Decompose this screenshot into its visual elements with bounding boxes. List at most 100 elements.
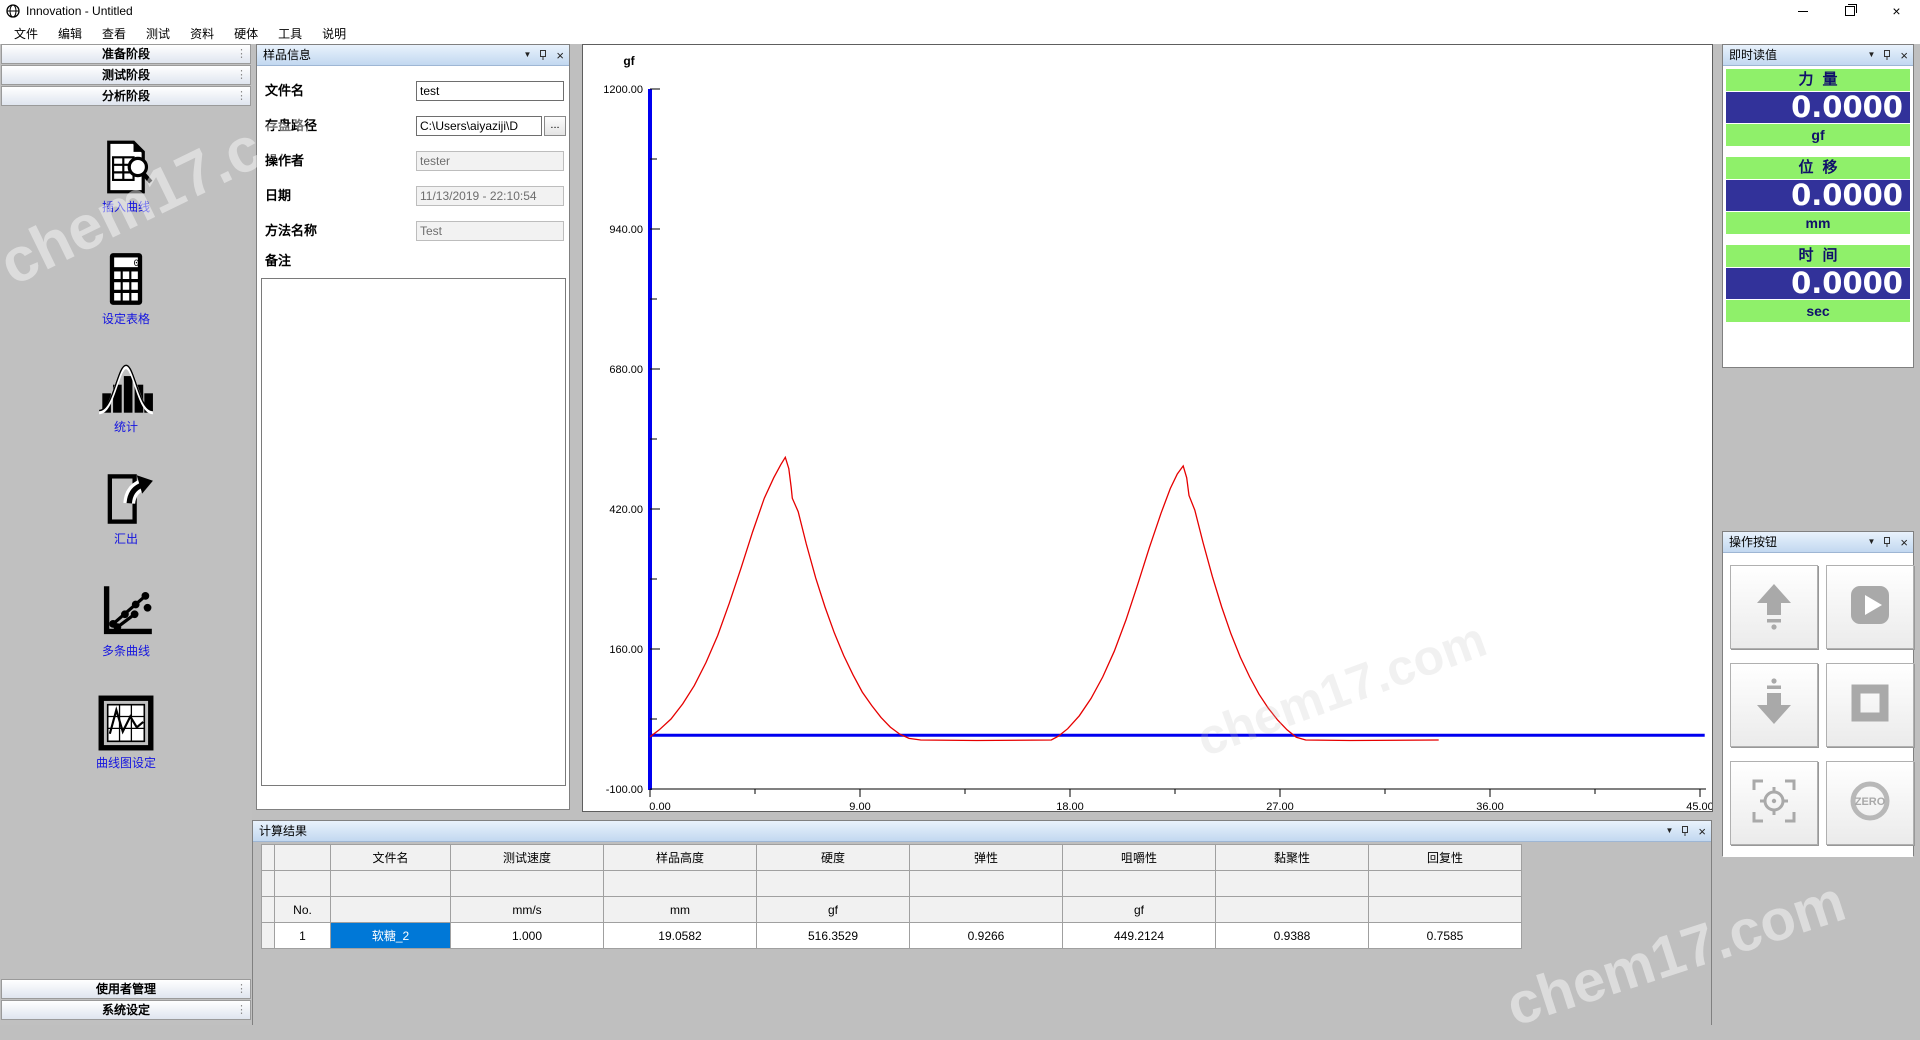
window-title: Innovation - Untitled — [26, 4, 133, 18]
blank-header-cell — [1216, 871, 1369, 897]
sidebar-tool-insert-curve[interactable]: 插入曲线 — [98, 139, 154, 215]
sidebar-tool-chart-setup[interactable]: 曲线图设定 — [96, 695, 156, 771]
field-label-2: 存盘路径 — [265, 116, 317, 136]
play-button[interactable] — [1826, 565, 1914, 649]
tool-label: 插入曲线 — [98, 198, 154, 215]
unit-cell-5 — [910, 897, 1063, 923]
panel-collapse-icon[interactable]: ▼ — [1867, 532, 1875, 552]
field-input-4[interactable] — [416, 186, 564, 206]
readout-unit: mm — [1726, 212, 1910, 234]
panel-pin-icon[interactable] — [1883, 50, 1892, 60]
tool-label: 多条曲线 — [98, 642, 154, 659]
result-cell-4[interactable]: 516.3529 — [757, 923, 910, 949]
unit-cell-1 — [331, 897, 451, 923]
title-bar: Innovation - Untitled × — [0, 0, 1920, 22]
result-cell-6[interactable]: 449.2124 — [1063, 923, 1216, 949]
browse-button[interactable]: ... — [544, 116, 566, 136]
menu-item-3[interactable]: 查看 — [92, 22, 136, 45]
menu-item-2[interactable]: 编辑 — [48, 22, 92, 45]
down-button[interactable] — [1730, 663, 1818, 747]
down-icon — [1748, 677, 1800, 734]
panel-close-icon[interactable]: × — [1900, 536, 1908, 549]
panel-collapse-icon[interactable]: ▼ — [1665, 821, 1673, 841]
field-input-5[interactable] — [416, 221, 564, 241]
field-input-1[interactable] — [416, 81, 564, 101]
menu-item-7[interactable]: 工具 — [268, 22, 312, 45]
readout-panel: 即时读值 ▼ × 力量0.0000gf位移0.0000mm时间0.0000sec — [1722, 44, 1914, 368]
close-button[interactable]: × — [1873, 0, 1920, 22]
row-selector — [262, 845, 275, 871]
column-header-4: 硬度 — [757, 845, 910, 871]
svg-text:9.00: 9.00 — [849, 801, 870, 811]
result-cell-8[interactable]: 0.7585 — [1369, 923, 1522, 949]
svg-text:36.00: 36.00 — [1476, 801, 1504, 811]
blank-header-cell — [262, 871, 275, 897]
menu-item-8[interactable]: 说明 — [312, 22, 356, 45]
blank-header-cell — [1369, 871, 1522, 897]
results-body: 文件名测试速度样品高度硬度弹性咀嚼性黏聚性回复性No.mm/smmgfgf1软糖… — [253, 842, 1711, 1025]
tool-label: 汇出 — [98, 530, 154, 547]
stop-button[interactable] — [1826, 663, 1914, 747]
results-title: 计算结果 — [259, 824, 307, 838]
column-header-7: 黏聚性 — [1216, 845, 1369, 871]
field-label-1: 文件名 — [265, 81, 304, 101]
readout-unit: sec — [1726, 300, 1910, 322]
field-input-2[interactable] — [416, 116, 542, 136]
sidebar-tool-set-table[interactable]: 0设定表格 — [98, 251, 154, 327]
sidebar-tool-stats[interactable]: 统计 — [98, 363, 154, 435]
readout-value: 0.0000 — [1726, 92, 1910, 123]
panel-collapse-icon[interactable]: ▼ — [523, 45, 531, 65]
restore-icon — [1845, 6, 1855, 16]
row-number[interactable]: 1 — [275, 923, 331, 949]
sidebar-tab-top-2[interactable]: 测试阶段⋮ — [1, 65, 251, 85]
multi-curve-icon — [98, 583, 154, 639]
panel-close-icon[interactable]: × — [1900, 49, 1908, 62]
row-selector[interactable] — [262, 923, 275, 949]
blank-header-cell — [331, 871, 451, 897]
sidebar-tab-label: 准备阶段 — [102, 47, 150, 61]
sidebar-tool-multi-curve[interactable]: 多条曲线 — [98, 583, 154, 659]
menu-item-1[interactable]: 文件 — [4, 22, 48, 45]
readout-title: 即时读值 — [1729, 48, 1777, 62]
grip-icon: ⋮ — [236, 45, 247, 63]
column-header-2: 测试速度 — [451, 845, 604, 871]
sidebar-tab-label: 分析阶段 — [102, 89, 150, 103]
blank-header-cell — [275, 871, 331, 897]
sidebar-tool-export[interactable]: 汇出 — [98, 471, 154, 547]
svg-text:0: 0 — [134, 258, 140, 269]
remark-textarea[interactable] — [261, 278, 566, 786]
menu-item-6[interactable]: 硬体 — [224, 22, 268, 45]
menu-item-4[interactable]: 测试 — [136, 22, 180, 45]
panel-close-icon[interactable]: × — [556, 49, 564, 62]
panel-pin-icon[interactable] — [1883, 537, 1892, 547]
panel-pin-icon[interactable] — [539, 50, 548, 60]
target-button[interactable] — [1730, 761, 1818, 845]
sidebar-tab-top-3[interactable]: 分析阶段⋮ — [1, 86, 251, 106]
unit-cell-3: mm — [604, 897, 757, 923]
field-input-3[interactable] — [416, 151, 564, 171]
panel-collapse-icon[interactable]: ▼ — [1867, 45, 1875, 65]
export-icon — [98, 471, 154, 527]
play-icon — [1844, 579, 1896, 636]
result-cell-3[interactable]: 19.0582 — [604, 923, 757, 949]
result-cell-5[interactable]: 0.9266 — [910, 923, 1063, 949]
panel-close-icon[interactable]: × — [1698, 825, 1706, 838]
sidebar-tab-bottom-2[interactable]: 系统设定⋮ — [1, 1000, 251, 1020]
restore-button[interactable] — [1826, 0, 1873, 22]
column-header-3: 样品高度 — [604, 845, 757, 871]
result-cell-1[interactable]: 软糖_2 — [331, 923, 451, 949]
sidebar-tab-bottom-1[interactable]: 使用者管理⋮ — [1, 979, 251, 999]
menu-item-5[interactable]: 资料 — [180, 22, 224, 45]
tool-label: 曲线图设定 — [96, 754, 156, 771]
svg-text:45.00: 45.00 — [1686, 801, 1712, 811]
unit-cell-2: mm/s — [451, 897, 604, 923]
sidebar-tab-top-1[interactable]: 准备阶段 ⋮ — [1, 44, 251, 64]
panel-pin-icon[interactable] — [1681, 826, 1690, 836]
zero-button[interactable]: ZERO — [1826, 761, 1914, 845]
blank-header-cell — [757, 871, 910, 897]
controls-body: ZERO — [1723, 553, 1913, 857]
minimize-button[interactable] — [1779, 0, 1826, 22]
result-cell-7[interactable]: 0.9388 — [1216, 923, 1369, 949]
up-button[interactable] — [1730, 565, 1818, 649]
result-cell-2[interactable]: 1.000 — [451, 923, 604, 949]
